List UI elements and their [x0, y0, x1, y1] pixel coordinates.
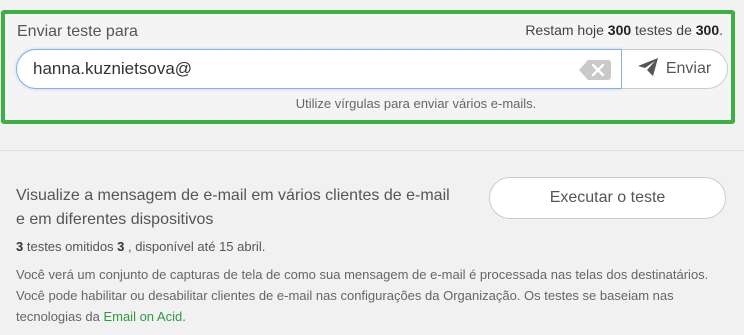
omitted-text-1: testes omitidos	[23, 239, 118, 254]
preview-description: Você verá um conjunto de capturas de tel…	[16, 264, 728, 327]
quota-suffix: .	[719, 22, 723, 38]
email-field-container[interactable]	[16, 49, 622, 89]
send-test-panel: Enviar teste para Restam hoje 300 testes…	[1, 10, 735, 124]
description-end: .	[182, 309, 186, 324]
preview-title: Visualize a mensagem de e-mail em vários…	[16, 187, 450, 228]
test-quota: Restam hoje 300 testes de 300.	[525, 22, 723, 38]
send-test-label: Enviar teste para	[17, 23, 138, 40]
quota-total: 300	[695, 22, 720, 38]
omitted-text-2: , disponível até 15 abril.	[124, 239, 266, 254]
quota-middle: testes de	[631, 22, 696, 38]
run-test-button[interactable]: Executar o teste	[489, 177, 726, 219]
quota-remaining: 300	[607, 22, 632, 38]
paper-plane-icon	[637, 57, 658, 81]
page: Enviar teste para Restam hoje 300 testes…	[0, 0, 744, 335]
email-on-acid-link[interactable]: Email on Acid	[103, 309, 182, 324]
send-button-label: Enviar	[665, 60, 712, 77]
run-test-button-label: Executar o teste	[549, 189, 666, 206]
omitted-tests-info: 3 testes omitidos 3 , disponível até 15 …	[16, 239, 265, 254]
email-field[interactable]	[33, 59, 573, 79]
email-hint: Utilize vírgulas para enviar vários e-ma…	[295, 96, 537, 111]
clear-input-icon[interactable]	[579, 60, 611, 80]
send-button[interactable]: Enviar	[622, 49, 728, 89]
quota-prefix: Restam hoje	[525, 22, 608, 38]
section-divider	[0, 150, 744, 151]
